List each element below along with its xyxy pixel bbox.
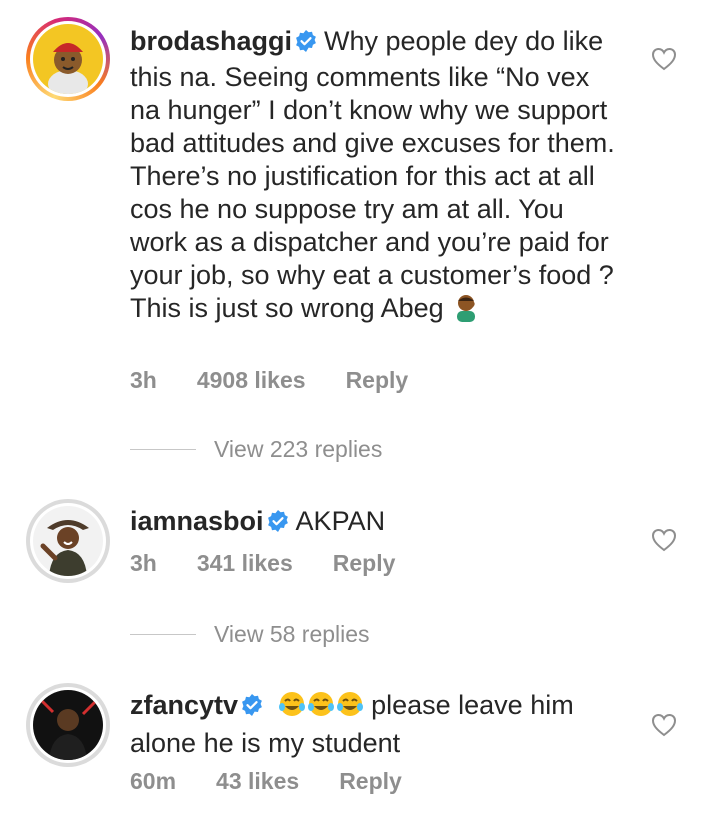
comment-username[interactable]: zfancytv bbox=[130, 690, 238, 720]
comment-username[interactable]: brodashaggi bbox=[130, 26, 292, 56]
verified-badge-icon bbox=[240, 692, 264, 725]
man-facepalming-emoji bbox=[451, 292, 481, 330]
verified-badge-icon bbox=[266, 508, 290, 541]
avatar bbox=[33, 24, 103, 94]
comment-time: 3h bbox=[130, 550, 157, 576]
comment-meta: 60m 43 likes Reply bbox=[130, 768, 442, 795]
like-heart-icon[interactable] bbox=[651, 47, 677, 76]
comment-body: zfancytv please leave him alone he is my… bbox=[130, 689, 625, 760]
view-replies-label[interactable]: View 223 replies bbox=[214, 436, 382, 463]
avatar-story-ring[interactable] bbox=[26, 17, 110, 101]
comment-body: brodashaggi Why people dey do like this n… bbox=[130, 25, 625, 330]
avatar bbox=[33, 506, 103, 576]
comment-time: 3h bbox=[130, 367, 157, 393]
reply-button[interactable]: Reply bbox=[339, 768, 402, 794]
like-heart-icon[interactable] bbox=[651, 528, 677, 557]
comment-meta: 3h 4908 likes Reply bbox=[130, 367, 448, 394]
verified-badge-icon bbox=[294, 28, 318, 61]
comment-time: 60m bbox=[130, 768, 177, 794]
avatar-ring[interactable] bbox=[26, 499, 110, 583]
comment-meta: 3h 341 likes Reply bbox=[130, 550, 435, 577]
like-count[interactable]: 43 likes bbox=[216, 768, 299, 794]
replies-divider bbox=[130, 448, 196, 450]
comment-text: Why people dey do like this na. Seeing c… bbox=[130, 26, 615, 323]
comment-username[interactable]: iamnasboi bbox=[130, 506, 264, 536]
avatar bbox=[33, 690, 103, 760]
view-replies-label[interactable]: View 58 replies bbox=[214, 621, 370, 648]
like-heart-icon[interactable] bbox=[651, 713, 677, 742]
reply-button[interactable]: Reply bbox=[346, 367, 409, 393]
like-count[interactable]: 4908 likes bbox=[197, 367, 306, 393]
reply-button[interactable]: Reply bbox=[333, 550, 396, 576]
like-count[interactable]: 341 likes bbox=[197, 550, 293, 576]
tears-of-joy-emoji bbox=[278, 689, 364, 727]
replies-divider bbox=[130, 633, 196, 635]
avatar-ring[interactable] bbox=[26, 683, 110, 767]
view-replies[interactable]: View 58 replies bbox=[130, 619, 370, 649]
comment-body: iamnasboi AKPAN bbox=[130, 505, 625, 541]
view-replies[interactable]: View 223 replies bbox=[130, 434, 382, 464]
comment-text: AKPAN bbox=[295, 506, 386, 536]
